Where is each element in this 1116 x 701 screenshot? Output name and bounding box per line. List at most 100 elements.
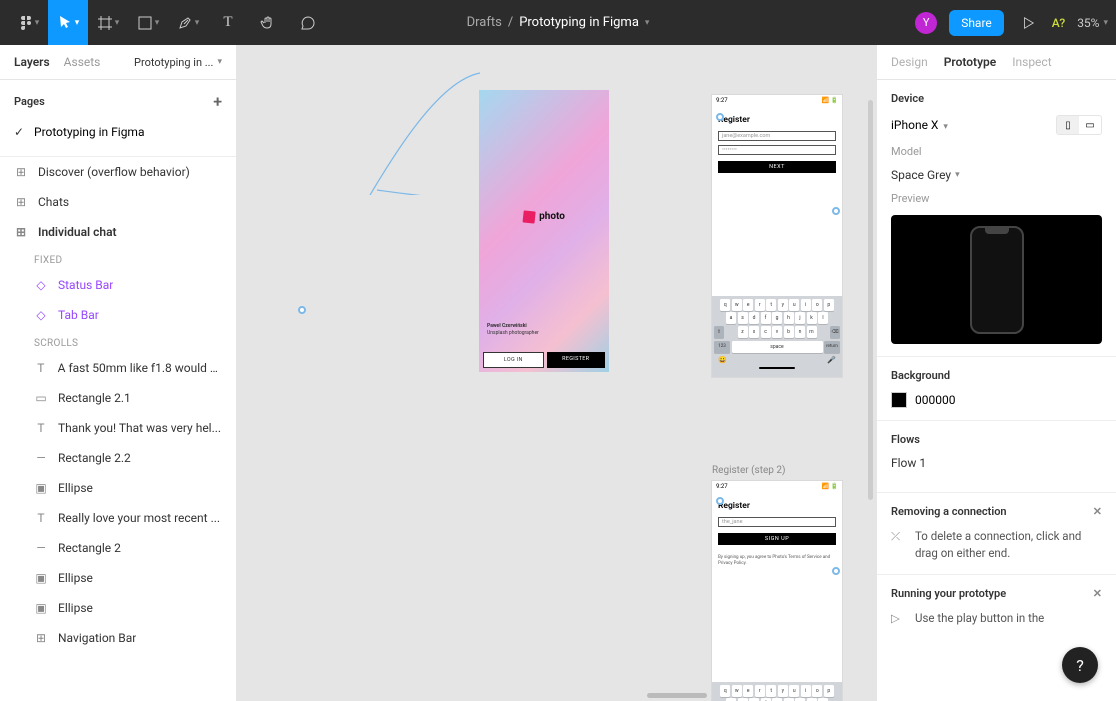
frame-register[interactable]: 9:27📶 🔋 Register jane@example.com ••••••…: [712, 95, 842, 377]
connection-node[interactable]: [716, 113, 724, 121]
key[interactable]: g: [772, 312, 782, 324]
key[interactable]: e: [743, 299, 753, 311]
key[interactable]: k: [807, 312, 817, 324]
key[interactable]: q: [720, 685, 730, 697]
register-button[interactable]: REGISTER: [547, 352, 606, 368]
connection-node[interactable]: [832, 207, 840, 215]
layer-image[interactable]: ▣Ellipse: [0, 593, 236, 623]
layer-rect[interactable]: ▭Rectangle 2.1: [0, 383, 236, 413]
connection-node[interactable]: [298, 306, 306, 314]
next-button[interactable]: NEXT: [718, 161, 836, 173]
canvas[interactable]: photo Paweł Czerwiński Unsplash photogra…: [237, 45, 876, 701]
return-key[interactable]: return: [824, 341, 840, 353]
key[interactable]: a: [726, 312, 736, 324]
key[interactable]: l: [818, 312, 828, 324]
signup-button[interactable]: SIGN UP: [718, 533, 836, 545]
portrait-button[interactable]: ▯: [1057, 116, 1079, 134]
main-menu-button[interactable]: ▾: [8, 0, 48, 45]
key[interactable]: c: [761, 326, 771, 338]
key[interactable]: o: [812, 299, 822, 311]
layer-component[interactable]: ◇Status Bar: [0, 270, 236, 300]
frame-tool-button[interactable]: ▾: [88, 0, 128, 45]
layer-frame[interactable]: ⊞Discover (overflow behavior): [0, 157, 236, 187]
color-hex[interactable]: 000000: [915, 393, 955, 407]
key[interactable]: s: [738, 312, 748, 324]
chevron-down-icon[interactable]: ▾: [645, 18, 650, 28]
accessibility-indicator[interactable]: A?: [1052, 16, 1065, 30]
key[interactable]: b: [784, 326, 794, 338]
tab-assets[interactable]: Assets: [64, 55, 101, 69]
tab-prototype[interactable]: Prototype: [944, 55, 997, 69]
backspace-key[interactable]: ⌫: [830, 326, 840, 338]
key[interactable]: i: [801, 685, 811, 697]
shift-key[interactable]: ⇧: [714, 326, 724, 338]
key[interactable]: r: [755, 685, 765, 697]
layers-list[interactable]: ⊞Discover (overflow behavior) ⊞Chats ⊞In…: [0, 157, 236, 701]
key[interactable]: x: [749, 326, 759, 338]
flow-item[interactable]: Flow 1: [891, 456, 1102, 470]
key[interactable]: h: [784, 312, 794, 324]
key[interactable]: j: [795, 312, 805, 324]
key[interactable]: o: [812, 685, 822, 697]
key[interactable]: y: [778, 685, 788, 697]
key[interactable]: w: [732, 685, 742, 697]
color-swatch[interactable]: [891, 392, 907, 408]
layer-frame[interactable]: ⊞Individual chat: [0, 217, 236, 247]
comment-tool-button[interactable]: [288, 0, 328, 45]
key[interactable]: e: [743, 685, 753, 697]
layer-image[interactable]: ▣Ellipse: [0, 473, 236, 503]
space-key[interactable]: space: [732, 341, 823, 353]
username-field[interactable]: the_jane: [718, 517, 836, 527]
tab-inspect[interactable]: Inspect: [1012, 55, 1051, 69]
key[interactable]: t: [766, 299, 776, 311]
shape-tool-button[interactable]: ▾: [128, 0, 168, 45]
frame-launch[interactable]: photo Paweł Czerwiński Unsplash photogra…: [479, 90, 609, 372]
layer-text[interactable]: TA fast 50mm like f1.8 would h...: [0, 353, 236, 383]
zoom-control[interactable]: 35% ▾: [1077, 16, 1108, 30]
background-color-control[interactable]: 000000: [891, 392, 1102, 408]
move-tool-button[interactable]: ▾: [48, 0, 88, 45]
key[interactable]: w: [732, 299, 742, 311]
page-item[interactable]: ✓ Prototyping in Figma: [0, 117, 236, 147]
key[interactable]: m: [807, 326, 817, 338]
password-field[interactable]: ••••••••: [718, 145, 836, 155]
key[interactable]: u: [789, 685, 799, 697]
model-dropdown[interactable]: Space Grey ▾: [891, 168, 1102, 182]
pen-tool-button[interactable]: ▾: [168, 0, 208, 45]
page-selector[interactable]: Prototyping in ... ▾: [134, 56, 222, 69]
emoji-key[interactable]: 😀: [718, 356, 727, 364]
add-page-button[interactable]: +: [213, 92, 222, 111]
breadcrumb[interactable]: Drafts / Prototyping in Figma ▾: [467, 15, 650, 30]
breadcrumb-file[interactable]: Prototyping in Figma: [519, 15, 639, 30]
layer-rect[interactable]: —Rectangle 2.2: [0, 443, 236, 473]
hand-tool-button[interactable]: [248, 0, 288, 45]
key[interactable]: z: [738, 326, 748, 338]
key[interactable]: v: [772, 326, 782, 338]
key[interactable]: i: [801, 299, 811, 311]
key[interactable]: r: [755, 299, 765, 311]
tab-design[interactable]: Design: [891, 55, 928, 69]
breadcrumb-parent[interactable]: Drafts: [467, 15, 502, 30]
connection-node[interactable]: [716, 497, 724, 505]
email-field[interactable]: jane@example.com: [718, 131, 836, 141]
key[interactable]: u: [789, 299, 799, 311]
layer-text[interactable]: TReally love your most recent ...: [0, 503, 236, 533]
layer-frame[interactable]: ⊞Navigation Bar: [0, 623, 236, 653]
num-key[interactable]: 123: [714, 341, 730, 353]
key[interactable]: t: [766, 685, 776, 697]
layer-component[interactable]: ◇Tab Bar: [0, 300, 236, 330]
landscape-button[interactable]: ▭: [1079, 116, 1101, 134]
connection-node[interactable]: [832, 567, 840, 575]
tab-layers[interactable]: Layers: [14, 55, 50, 69]
layer-frame[interactable]: ⊞Chats: [0, 187, 236, 217]
layer-text[interactable]: TThank you! That was very hel...: [0, 413, 236, 443]
mic-key[interactable]: 🎤: [827, 356, 836, 364]
key[interactable]: p: [824, 685, 834, 697]
frame-title-label[interactable]: Register (step 2): [712, 465, 785, 476]
help-button[interactable]: ?: [1062, 647, 1098, 683]
key[interactable]: n: [795, 326, 805, 338]
orientation-toggle[interactable]: ▯ ▭: [1056, 115, 1102, 135]
key[interactable]: f: [761, 312, 771, 324]
text-tool-button[interactable]: T: [208, 0, 248, 45]
key[interactable]: q: [720, 299, 730, 311]
